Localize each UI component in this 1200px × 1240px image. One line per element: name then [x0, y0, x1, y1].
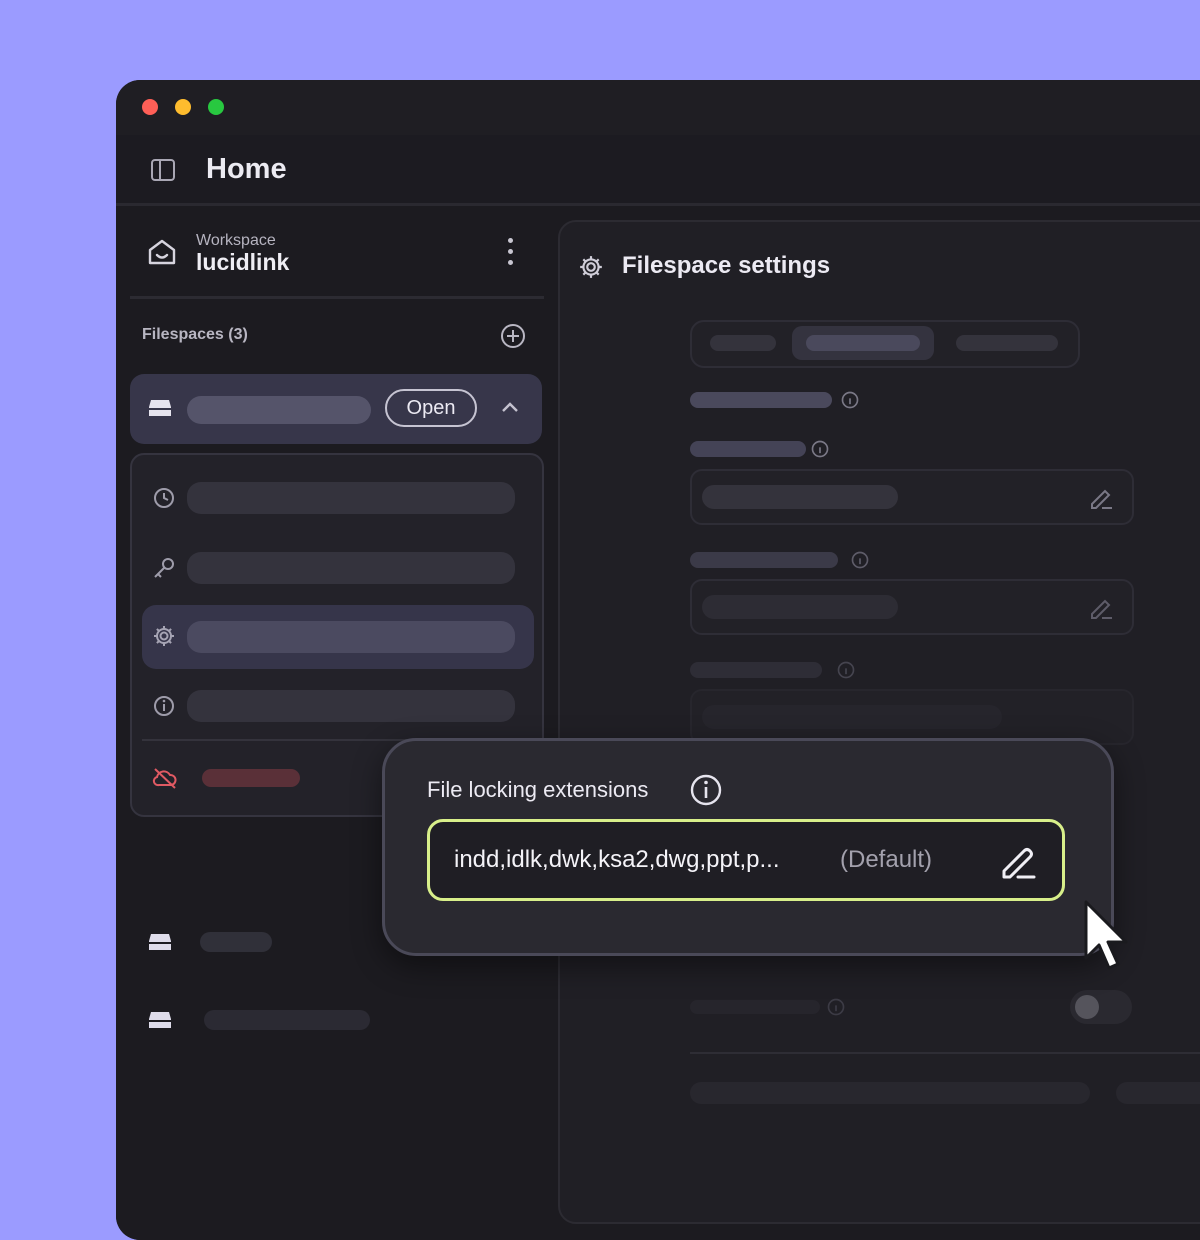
settings-tabs — [690, 320, 1080, 368]
edit-icon[interactable] — [1088, 594, 1114, 625]
setting-label-placeholder — [690, 392, 832, 408]
drive-icon — [148, 932, 172, 957]
sidebar: Workspace lucidlink Filespaces (3) Open — [116, 206, 552, 1240]
footer-placeholder — [1116, 1082, 1200, 1104]
sidebar-toggle-icon[interactable] — [150, 157, 176, 188]
setting-label-placeholder — [690, 552, 838, 568]
drive-icon — [148, 398, 172, 423]
divider — [690, 1052, 1200, 1054]
menu-label-placeholder — [202, 769, 300, 787]
open-filespace-button[interactable]: Open — [385, 389, 477, 427]
chevron-up-icon[interactable] — [500, 400, 520, 419]
info-icon[interactable] — [836, 660, 856, 685]
file-locking-popover: File locking extensions indd,idlk,dwk,ks… — [382, 738, 1114, 956]
mouse-pointer-icon — [1082, 900, 1134, 979]
workspace-home-icon — [146, 236, 178, 273]
info-icon[interactable] — [810, 439, 830, 464]
app-header: Home — [116, 135, 1200, 206]
edit-icon[interactable] — [998, 841, 1038, 886]
drive-icon — [148, 1010, 172, 1035]
clock-icon — [152, 486, 176, 515]
info-icon[interactable] — [840, 390, 860, 415]
default-tag: (Default) — [840, 846, 933, 873]
menu-label-placeholder — [187, 621, 515, 653]
menu-label-placeholder — [187, 482, 515, 514]
field-value-placeholder — [702, 595, 898, 619]
file-locking-extensions-field[interactable]: indd,idlk,dwk,ksa2,dwg,ppt,p... (Default… — [427, 819, 1065, 901]
info-icon — [152, 694, 176, 723]
workspace-more-icon[interactable] — [501, 238, 521, 268]
setting-label-placeholder — [690, 662, 822, 678]
filespaces-header: Filespaces (3) — [142, 326, 248, 343]
filespace-name-placeholder — [204, 1010, 370, 1030]
submenu-item-access-keys[interactable] — [142, 537, 534, 599]
extensions-value: indd,idlk,dwk,ksa2,dwg,ppt,p... — [454, 846, 780, 873]
divider — [130, 296, 544, 299]
filespace-item[interactable] — [130, 994, 542, 1050]
setting-toggle[interactable] — [1070, 990, 1132, 1024]
workspace-label: Workspace — [196, 232, 276, 249]
filespace-item-active[interactable]: Open — [130, 374, 542, 444]
field-value-placeholder — [702, 485, 898, 509]
edit-icon[interactable] — [1088, 484, 1114, 515]
menu-label-placeholder — [187, 552, 515, 584]
field-value-placeholder — [702, 705, 1002, 729]
workspace-name[interactable]: lucidlink — [196, 249, 289, 276]
maximize-window-button[interactable] — [208, 99, 224, 115]
menu-label-placeholder — [187, 690, 515, 722]
info-icon[interactable] — [826, 997, 846, 1022]
close-window-button[interactable] — [142, 99, 158, 115]
filespace-settings-panel: Filespace settings — [558, 220, 1200, 1224]
file-locking-label: File locking extensions — [427, 777, 649, 802]
title-bar — [116, 80, 1200, 135]
cloud-off-icon — [152, 766, 178, 795]
gear-icon — [578, 254, 604, 285]
panel-title: Filespace settings — [622, 252, 831, 279]
minimize-window-button[interactable] — [175, 99, 191, 115]
setting-label-placeholder — [690, 441, 806, 457]
info-icon[interactable] — [850, 550, 870, 575]
gear-icon — [152, 624, 176, 653]
tab-placeholder[interactable] — [710, 335, 776, 351]
app-window: Home Workspace lucidlink Filespaces (3) … — [116, 80, 1200, 1240]
page-title: Home — [206, 153, 287, 185]
setting-field[interactable] — [690, 469, 1134, 525]
footer-placeholder — [690, 1082, 1090, 1104]
submenu-item-info[interactable] — [142, 675, 534, 737]
info-icon[interactable] — [689, 773, 723, 812]
filespace-name-placeholder — [187, 396, 371, 424]
setting-field[interactable] — [690, 689, 1134, 745]
key-icon — [152, 556, 176, 585]
submenu-item-settings[interactable] — [142, 605, 534, 669]
setting-field[interactable] — [690, 579, 1134, 635]
tab-active-label-placeholder — [806, 335, 920, 351]
tab-placeholder[interactable] — [956, 335, 1058, 351]
add-filespace-icon[interactable] — [500, 323, 526, 354]
submenu-item-history[interactable] — [142, 467, 534, 529]
filespace-name-placeholder — [200, 932, 272, 952]
setting-label-placeholder — [690, 1000, 820, 1014]
